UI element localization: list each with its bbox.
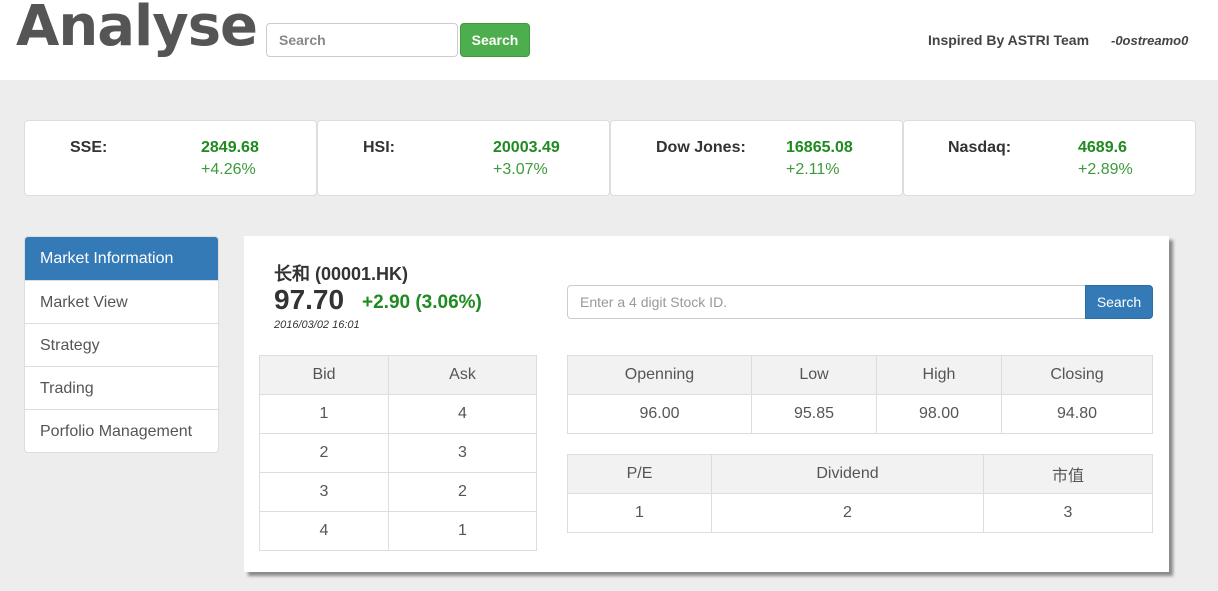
pe-value: 1 xyxy=(567,493,712,533)
column-header-high: High xyxy=(876,355,1002,395)
sidebar-item-market-information[interactable]: Market Information xyxy=(25,237,218,280)
credits-text: Inspired By ASTRI Team xyxy=(928,32,1090,48)
high-value: 98.00 xyxy=(876,394,1002,434)
bid-cell: 1 xyxy=(258,394,390,434)
header-search-button[interactable]: Search xyxy=(460,23,530,57)
index-value: 16865.08 xyxy=(786,139,853,156)
stock-name: 长和 (00001.HK) xyxy=(274,264,409,284)
price-summary-table: Openning Low High Closing 96.00 95.85 98… xyxy=(567,355,1153,434)
index-name: SSE: xyxy=(70,139,108,156)
index-name: Dow Jones: xyxy=(656,139,746,156)
table-row: 3 2 xyxy=(258,472,537,512)
table-row: 1 2 3 xyxy=(567,493,1153,533)
index-name: Nasdaq: xyxy=(948,139,1012,156)
ask-cell: 3 xyxy=(388,433,537,473)
index-card-nasdaq: Nasdaq: 4689.6 +2.89% xyxy=(903,120,1196,196)
bid-ask-table: Bid Ask 1 4 2 3 3 2 4 1 xyxy=(258,355,537,551)
index-value: 20003.49 xyxy=(493,139,560,156)
column-header-dividend: Dividend xyxy=(711,454,984,494)
index-change: +2.89% xyxy=(1078,161,1133,178)
index-value: 2849.68 xyxy=(201,139,259,156)
table-header-row: Openning Low High Closing xyxy=(567,355,1153,395)
sidebar-item-strategy[interactable]: Strategy xyxy=(25,323,218,366)
table-row: 2 3 xyxy=(258,433,537,473)
column-header-market-cap: 市值 xyxy=(983,454,1153,494)
column-header-low: Low xyxy=(751,355,877,395)
market-index-row: SSE: 2849.68 +4.26% HSI: 20003.49 +3.07%… xyxy=(24,120,1196,196)
sidebar-item-market-view[interactable]: Market View xyxy=(25,280,218,323)
table-row: 1 4 xyxy=(258,394,537,434)
ask-cell: 2 xyxy=(388,472,537,512)
index-value: 4689.6 xyxy=(1078,139,1127,156)
table-header-row: P/E Dividend 市值 xyxy=(567,454,1153,494)
low-value: 95.85 xyxy=(751,394,877,434)
sidebar-item-trading[interactable]: Trading xyxy=(25,366,218,409)
brand-logo[interactable]: Analyse xyxy=(16,0,258,59)
stock-price: 97.70 xyxy=(274,284,345,315)
index-card-sse: SSE: 2849.68 +4.26% xyxy=(24,120,317,196)
index-card-hsi: HSI: 20003.49 +3.07% xyxy=(317,120,610,196)
stock-change: +2.90 (3.06%) xyxy=(362,292,482,313)
column-header-pe: P/E xyxy=(567,454,712,494)
ask-cell: 1 xyxy=(388,511,537,551)
openning-value: 96.00 xyxy=(567,394,752,434)
table-header-row: Bid Ask xyxy=(258,355,537,395)
bid-cell: 3 xyxy=(258,472,390,512)
top-header: Analyse Search Inspired By ASTRI Team -0… xyxy=(0,0,1218,80)
author-text: -0ostreamo0 xyxy=(1111,33,1189,48)
index-name: HSI: xyxy=(363,139,395,156)
column-header-ask: Ask xyxy=(388,355,537,395)
table-row: 4 1 xyxy=(258,511,537,551)
index-change: +2.11% xyxy=(786,161,840,178)
column-header-closing: Closing xyxy=(1001,355,1153,395)
stock-search-button[interactable]: Search xyxy=(1085,285,1153,319)
fundamentals-table: P/E Dividend 市值 1 2 3 xyxy=(567,454,1153,533)
closing-value: 94.80 xyxy=(1001,394,1153,434)
stock-timestamp: 2016/03/02 16:01 xyxy=(274,319,360,331)
dividend-value: 2 xyxy=(711,493,984,533)
stock-id-input[interactable] xyxy=(567,285,1087,319)
table-row: 96.00 95.85 98.00 94.80 xyxy=(567,394,1153,434)
index-card-dow-jones: Dow Jones: 16865.08 +2.11% xyxy=(610,120,903,196)
bid-cell: 4 xyxy=(258,511,390,551)
market-cap-value: 3 xyxy=(983,493,1153,533)
sidebar-nav: Market Information Market View Strategy … xyxy=(24,236,219,453)
index-change: +4.26% xyxy=(201,161,256,178)
column-header-openning: Openning xyxy=(567,355,752,395)
stock-info-panel: 长和 (00001.HK) 97.70 +2.90 (3.06%) 2016/0… xyxy=(244,236,1169,572)
ask-cell: 4 xyxy=(388,394,537,434)
bid-cell: 2 xyxy=(258,433,390,473)
index-change: +3.07% xyxy=(493,161,548,178)
column-header-bid: Bid xyxy=(258,355,390,395)
sidebar-item-porfolio-management[interactable]: Porfolio Management xyxy=(25,409,218,452)
header-search-input[interactable] xyxy=(266,23,458,57)
